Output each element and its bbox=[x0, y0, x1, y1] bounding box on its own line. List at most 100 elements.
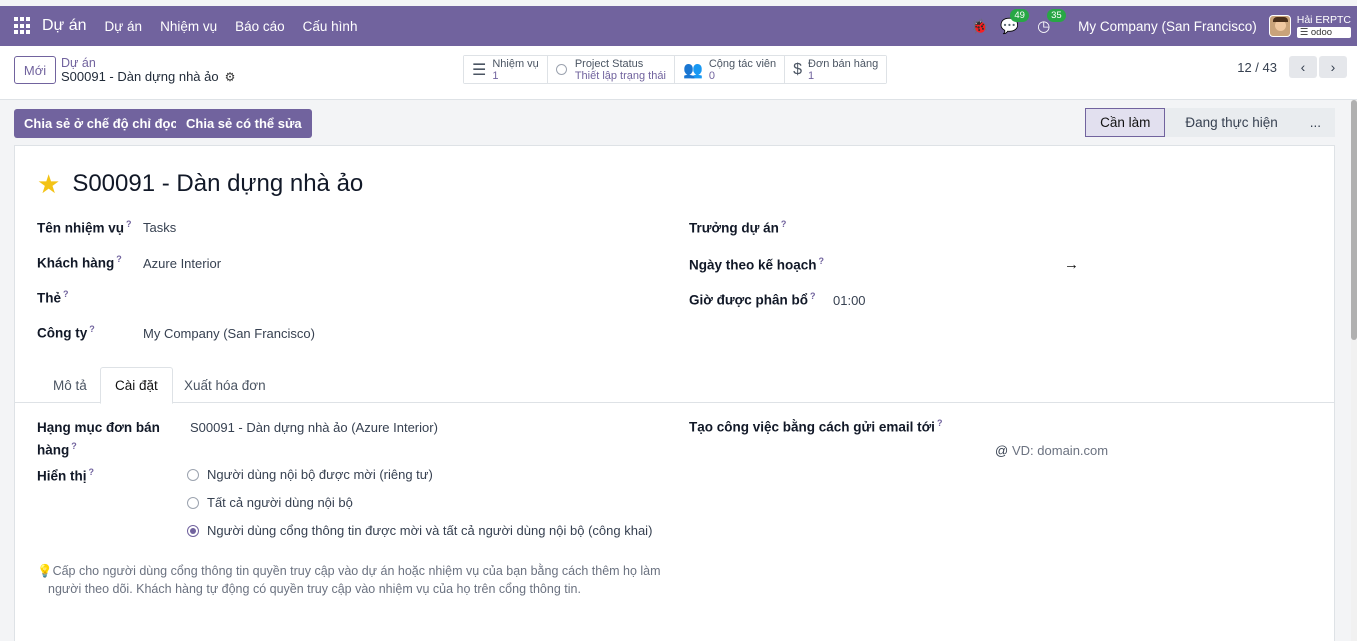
field-label-company: Công ty? bbox=[37, 324, 95, 341]
visibility-option-label: Người dùng nội bộ được mời (riêng tư) bbox=[207, 467, 433, 482]
help-text-line-2: người theo dõi. Khách hàng tự động có qu… bbox=[48, 582, 581, 596]
smart-button-collaborators[interactable]: 👥 Cộng tác viên 0 bbox=[674, 56, 786, 83]
help-text-line-1: Cấp cho người dùng cổng thông tin quyền … bbox=[52, 564, 661, 578]
smart-button-tasks[interactable]: ☰ Nhiệm vụ 1 bbox=[464, 56, 548, 83]
stage-in-progress[interactable]: Đang thực hiện bbox=[1165, 108, 1292, 137]
customer-label: Khách hàng bbox=[37, 255, 115, 271]
alias-domain-input[interactable]: VD: domain.com bbox=[1012, 443, 1108, 458]
smart-button-project-status[interactable]: Project Status Thiết lập trạng thái bbox=[547, 56, 675, 83]
smart-sale-orders-value: 1 bbox=[808, 69, 815, 82]
breadcrumb-current-label: S00091 - Dàn dựng nhà ảo bbox=[61, 69, 219, 84]
sale-line-label-1: Hạng mục đơn bán bbox=[37, 420, 160, 435]
page-title[interactable]: S00091 - Dàn dựng nhà ảo bbox=[72, 170, 363, 198]
smart-status-value: Thiết lập trạng thái bbox=[574, 69, 666, 82]
planned-date-label: Ngày theo kế hoạch bbox=[689, 257, 817, 273]
sale-line-label-2: hàng bbox=[37, 442, 70, 458]
menu-item-tasks[interactable]: Nhiệm vụ bbox=[160, 19, 217, 34]
navbar-systray: 🐞 💬 49 ◷ 35 My Company (San Francisco) Hải… bbox=[971, 6, 1357, 46]
bug-icon[interactable]: 🐞 bbox=[971, 18, 988, 35]
status-radio-icon bbox=[555, 64, 567, 75]
visibility-option-portal-public[interactable]: Người dùng cổng thông tin được mời và tấ… bbox=[187, 523, 652, 538]
date-range-arrow-icon: → bbox=[1064, 256, 1079, 273]
visibility-option-all-internal[interactable]: Tất cả người dùng nội bộ bbox=[187, 495, 353, 510]
menu-item-projects[interactable]: Dự án bbox=[105, 19, 143, 34]
main-menu: Dự án Nhiệm vụ Báo cáo Cấu hình bbox=[105, 19, 358, 34]
user-menu[interactable]: Hải ERPTC ☰ odoo bbox=[1296, 14, 1351, 38]
help-icon[interactable]: ? bbox=[781, 219, 787, 229]
pager-next-button[interactable]: › bbox=[1319, 56, 1347, 78]
help-icon[interactable]: ? bbox=[89, 324, 95, 334]
stage-more[interactable]: ... bbox=[1291, 108, 1335, 137]
field-customer[interactable]: Azure Interior bbox=[143, 256, 221, 271]
share-readonly-button[interactable]: Chia sẻ ở chế độ chỉ đọc bbox=[14, 109, 188, 138]
tab-invoicing[interactable]: Xuất hóa đơn bbox=[170, 367, 280, 403]
field-label-sale-line: Hạng mục đơn bán hàng? bbox=[37, 418, 160, 460]
activity-count-badge: 35 bbox=[1047, 9, 1066, 22]
help-icon[interactable]: ? bbox=[71, 441, 77, 451]
stage-selector: Cần làm Đang thực hiện ... bbox=[1085, 108, 1335, 137]
breadcrumb-parent[interactable]: Dự án bbox=[61, 56, 235, 70]
smart-collaborators-label: Cộng tác viên bbox=[708, 57, 777, 70]
lightbulb-icon: 💡 bbox=[37, 564, 53, 578]
smart-collaborators-value: 0 bbox=[708, 69, 715, 82]
task-name-label: Tên nhiệm vụ bbox=[37, 220, 125, 236]
alias-email-label: Tạo công việc bằng cách gửi email tới bbox=[689, 419, 935, 435]
chat-count-badge: 49 bbox=[1010, 9, 1029, 22]
visibility-option-invited-internal[interactable]: Người dùng nội bộ được mời (riêng tư) bbox=[187, 467, 433, 482]
field-label-planned-date: Ngày theo kế hoạch? bbox=[689, 256, 824, 273]
smart-status-label: Project Status bbox=[574, 57, 644, 70]
app-brand[interactable]: Dự án bbox=[42, 17, 87, 35]
help-icon[interactable]: ? bbox=[116, 254, 122, 264]
gear-icon[interactable]: ⚙ bbox=[225, 70, 236, 84]
menu-item-reports[interactable]: Báo cáo bbox=[235, 19, 285, 34]
activity-clock-icon[interactable]: ◷ 35 bbox=[1037, 9, 1066, 35]
control-panel: Mới Dự án S00091 - Dàn dựng nhà ảo ⚙ ☰ N… bbox=[0, 46, 1357, 100]
smart-tasks-label: Nhiệm vụ bbox=[492, 57, 539, 70]
help-icon[interactable]: ? bbox=[89, 467, 95, 477]
smart-buttons: ☰ Nhiệm vụ 1 Project Status Thiết lập trạn… bbox=[463, 55, 888, 84]
radio-button[interactable] bbox=[187, 468, 199, 481]
share-editable-button[interactable]: Chia sẻ có thể sửa bbox=[176, 109, 312, 138]
radio-button[interactable] bbox=[187, 496, 199, 509]
dollar-icon: $ bbox=[793, 60, 803, 78]
help-icon[interactable]: ? bbox=[63, 289, 69, 299]
chat-icon[interactable]: 💬 49 bbox=[1000, 9, 1029, 35]
stage-todo[interactable]: Cần làm bbox=[1085, 108, 1166, 137]
visibility-help-text: 💡Cấp cho người dùng cổng thông tin quyền… bbox=[37, 562, 677, 598]
radio-button-selected[interactable] bbox=[187, 524, 199, 537]
smart-tasks-value: 1 bbox=[492, 69, 499, 82]
field-company[interactable]: My Company (San Francisco) bbox=[143, 326, 315, 341]
field-task-name[interactable]: Tasks bbox=[143, 220, 176, 235]
tab-settings[interactable]: Cài đặt bbox=[100, 367, 173, 404]
tab-description[interactable]: Mô tả bbox=[39, 367, 101, 403]
at-sign-icon: @ bbox=[995, 443, 1009, 458]
help-icon[interactable]: ? bbox=[819, 256, 825, 266]
smart-button-sale-orders[interactable]: $ Đơn bán hàng 1 bbox=[785, 56, 887, 83]
field-sale-line[interactable]: S00091 - Dàn dựng nhà ảo (Azure Interior… bbox=[190, 420, 438, 435]
field-label-project-manager: Trưởng dự án? bbox=[689, 219, 786, 236]
help-icon[interactable]: ? bbox=[810, 291, 816, 301]
new-button[interactable]: Mới bbox=[14, 56, 56, 84]
star-icon[interactable]: ★ bbox=[37, 171, 60, 197]
pager-previous-button[interactable]: ‹ bbox=[1289, 56, 1317, 78]
top-navbar: Dự án Dự án Nhiệm vụ Báo cáo Cấu hình 🐞 … bbox=[0, 6, 1357, 46]
allocated-hours-label: Giờ được phân bổ bbox=[689, 292, 808, 308]
database-name: odoo bbox=[1310, 26, 1333, 38]
visibility-option-label: Người dùng cổng thông tin được mời và tấ… bbox=[207, 523, 653, 538]
page-scrollbar[interactable] bbox=[1351, 100, 1357, 641]
help-icon[interactable]: ? bbox=[126, 219, 132, 229]
title-row: ★ S00091 - Dàn dựng nhà ảo bbox=[37, 170, 363, 198]
pager-value[interactable]: 12 / 43 bbox=[1237, 60, 1277, 75]
company-switcher[interactable]: My Company (San Francisco) bbox=[1078, 19, 1257, 34]
field-label-allocated-hours: Giờ được phân bổ? bbox=[689, 291, 815, 308]
avatar[interactable] bbox=[1268, 15, 1291, 37]
field-allocated-hours[interactable]: 01:00 bbox=[833, 293, 866, 308]
chevron-right-icon: › bbox=[1330, 59, 1336, 75]
apps-grid-icon[interactable] bbox=[14, 17, 32, 35]
scrollbar-thumb[interactable] bbox=[1351, 100, 1357, 340]
tags-label: Thẻ bbox=[37, 290, 62, 306]
menu-item-config[interactable]: Cấu hình bbox=[303, 19, 358, 34]
users-icon: 👥 bbox=[682, 61, 703, 79]
breadcrumb-current: S00091 - Dàn dựng nhà ảo ⚙ bbox=[61, 69, 236, 85]
help-icon[interactable]: ? bbox=[937, 418, 943, 428]
